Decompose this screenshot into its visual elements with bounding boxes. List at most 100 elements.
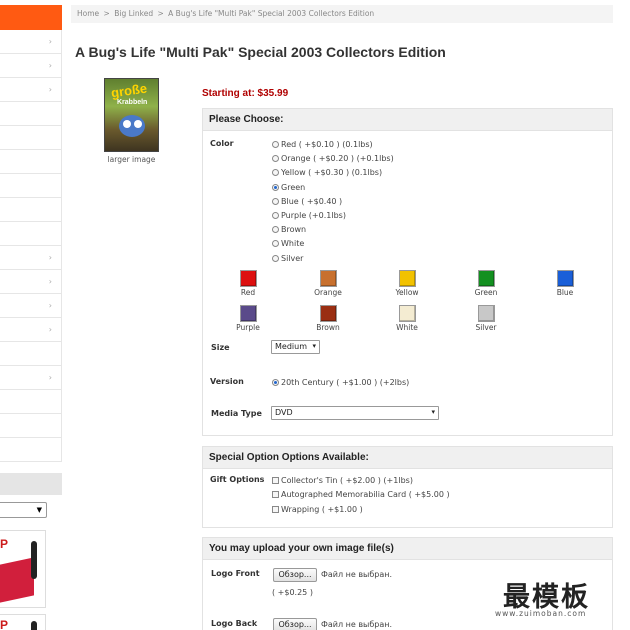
media-type-select-value: DVD [275,408,293,417]
swatch-brown[interactable]: Brown [298,305,358,332]
breadcrumb-separator: > [157,9,164,18]
breadcrumb-separator: > [103,9,110,18]
product-antenna-shape [31,621,37,630]
special-options-heading: Special Option Options Available: [203,447,612,469]
swatch-label: White [396,323,418,332]
chevron-right-icon: › [48,253,52,262]
sidebar-item[interactable] [0,222,62,246]
radio-selected-icon[interactable] [272,184,279,191]
swatch-orange[interactable]: Orange [298,270,358,297]
cover-title-text: große [110,80,148,101]
swatch-label: Red [240,288,256,297]
radio-selected-icon[interactable] [272,379,279,386]
gift-option-collectors-tin[interactable]: Collector's Tin ( +$2.00 ) (+1lbs) [272,475,413,487]
media-type-select[interactable]: DVD ▾ [271,406,439,420]
color-option-label: Blue ( +$0.40 ) [281,197,343,206]
sidebar-item[interactable] [0,126,62,150]
sidebar-product-thumb[interactable]: P [0,614,46,630]
sidebar-item[interactable]: › [0,366,62,390]
color-option-label: Purple (+0.1lbs) [281,211,346,220]
sidebar-item[interactable]: › [0,246,62,270]
color-option-red[interactable]: Red ( +$0.10 ) (0.1lbs) [272,139,373,151]
color-option-yellow[interactable]: Yellow ( +$0.30 ) (0.1lbs) [272,167,382,179]
larger-image-link[interactable]: larger image [104,155,159,164]
breadcrumb: Home > Big Linked > A Bug's Life "Multi … [71,5,613,23]
color-option-label: Orange ( +$0.20 ) (+0.1lbs) [281,154,394,163]
swatch-green[interactable]: Green [456,270,516,297]
swatch-red[interactable]: Red [218,270,278,297]
sidebar-item[interactable] [0,174,62,198]
sidebar-item[interactable]: › [0,318,62,342]
color-option-orange[interactable]: Orange ( +$0.20 ) (+0.1lbs) [272,153,394,165]
caret-down-icon: ▾ [312,342,316,350]
color-option-purple[interactable]: Purple (+0.1lbs) [272,210,346,222]
logo-back-browse-button[interactable]: Обзор... [273,618,317,630]
version-option[interactable]: 20th Century ( +$1.00 ) (+2lbs) [272,377,409,389]
gift-option-wrapping[interactable]: Wrapping ( +$1.00 ) [272,504,363,516]
sidebar-select[interactable]: ▼ [0,502,47,518]
sidebar-item[interactable] [0,102,62,126]
options-panel-heading: Please Choose: [203,109,612,131]
sidebar-item[interactable] [0,390,62,414]
radio-icon[interactable] [272,155,279,162]
swatch-label: Green [474,288,498,297]
swatch-square [556,270,574,287]
swatch-square [319,270,337,287]
sidebar-item[interactable]: › [0,78,62,102]
swatch-label: Orange [314,288,342,297]
sidebar-item[interactable] [0,150,62,174]
swatch-yellow[interactable]: Yellow [377,270,437,297]
chevron-right-icon: › [48,85,52,94]
sidebar-item[interactable] [0,198,62,222]
breadcrumb-category[interactable]: Big Linked [114,9,153,18]
sidebar-item[interactable]: › [0,294,62,318]
version-label: Version [210,377,244,386]
chevron-right-icon: › [48,373,52,382]
checkbox-icon[interactable] [272,477,279,484]
radio-icon[interactable] [272,169,279,176]
checkbox-icon[interactable] [272,491,279,498]
sidebar-item[interactable]: › [0,54,62,78]
sidebar-item[interactable]: › [0,270,62,294]
size-label: Size [211,343,230,352]
swatch-white[interactable]: White [377,305,437,332]
breadcrumb-home[interactable]: Home [77,9,99,18]
radio-icon[interactable] [272,141,279,148]
sidebar-item[interactable] [0,438,62,462]
sidebar-item[interactable]: › [0,30,62,54]
product-price: Starting at: $35.99 [202,88,289,99]
product-image[interactable]: große Krabbeln [104,78,159,152]
logo-front-browse-button[interactable]: Обзор... [273,568,317,582]
cover-eye-shape [123,120,131,128]
checkbox-icon[interactable] [272,506,279,513]
color-option-silver[interactable]: Silver [272,253,303,265]
gift-option-label: Autographed Memorabilia Card ( +$5.00 ) [281,490,450,499]
swatch-blue[interactable]: Blue [535,270,595,297]
logo-front-price: ( +$0.25 ) [272,588,313,597]
color-option-blue[interactable]: Blue ( +$0.40 ) [272,196,342,208]
cover-eye-shape [134,120,142,128]
size-select[interactable]: Medium ▾ [271,340,320,354]
color-option-white[interactable]: White [272,238,304,250]
color-option-brown[interactable]: Brown [272,224,306,236]
swatch-label: Purple [236,323,260,332]
swatch-purple[interactable]: Purple [218,305,278,332]
gift-option-memorabilia-card[interactable]: Autographed Memorabilia Card ( +$5.00 ) [272,489,450,501]
swatch-square [239,270,257,287]
swatch-label: Silver [475,323,497,332]
product-antenna-shape [31,541,37,579]
color-option-label: Brown [281,225,307,234]
swatch-silver[interactable]: Silver [456,305,516,332]
radio-icon[interactable] [272,240,279,247]
sidebar-product-thumb[interactable]: P [0,530,46,608]
sidebar-item[interactable] [0,342,62,366]
caret-down-icon: ▼ [36,506,42,514]
breadcrumb-current: A Bug's Life "Multi Pak" Special 2003 Co… [168,9,375,18]
radio-icon[interactable] [272,198,279,205]
color-option-green[interactable]: Green [272,182,305,194]
radio-icon[interactable] [272,255,279,262]
sidebar-item[interactable] [0,414,62,438]
radio-icon[interactable] [272,212,279,219]
swatch-square [239,305,257,322]
radio-icon[interactable] [272,226,279,233]
